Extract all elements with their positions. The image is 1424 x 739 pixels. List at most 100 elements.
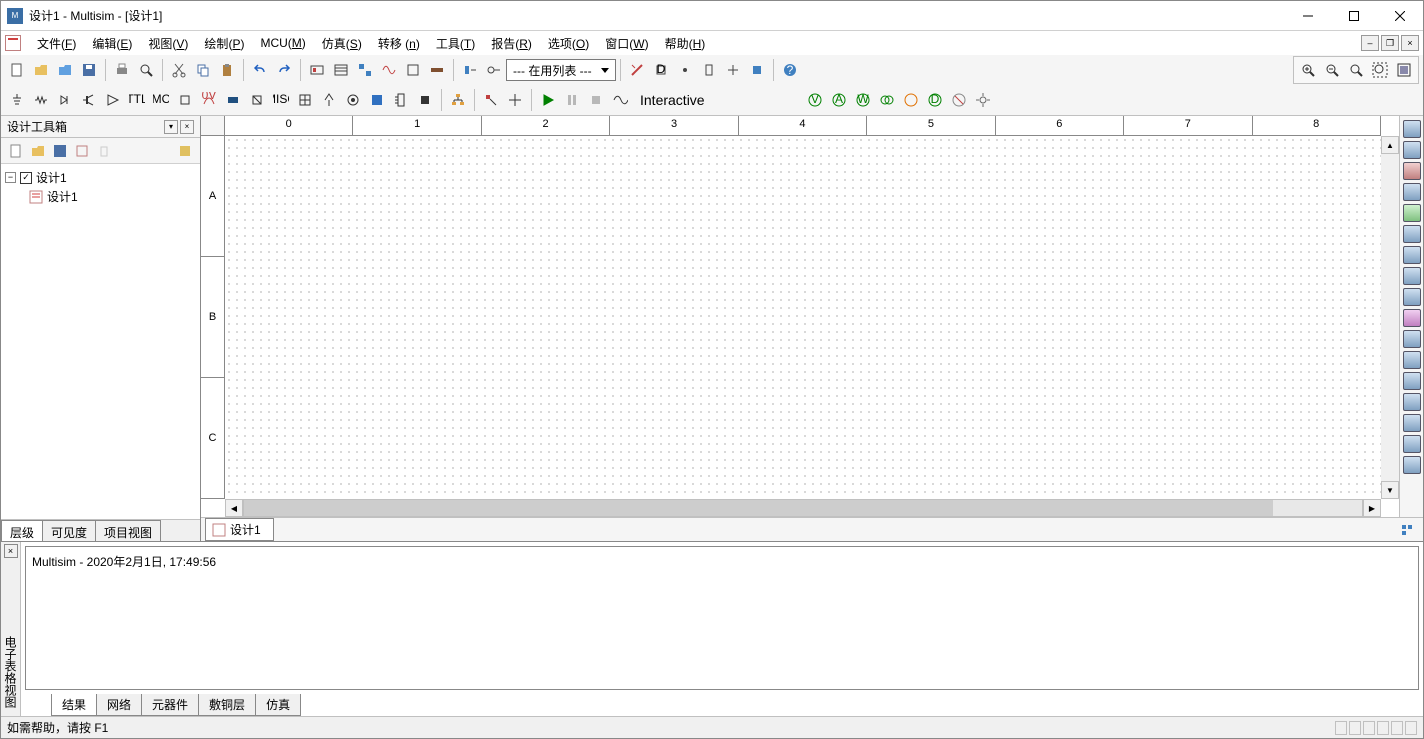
schematic-canvas[interactable]: 0 1 2 3 4 5 6 7 8 A B C — [201, 116, 1399, 517]
print-preview-button[interactable] — [135, 59, 157, 81]
horizontal-scrollbar[interactable]: ◀ ▶ — [201, 499, 1399, 517]
hscroll-track[interactable] — [243, 499, 1363, 517]
bottom-tab-sim[interactable]: 仿真 — [255, 694, 301, 716]
tb-btn-g1-3[interactable] — [354, 59, 376, 81]
instrument-bode[interactable] — [1403, 225, 1421, 243]
cut-button[interactable] — [168, 59, 190, 81]
instrument-freq-counter[interactable] — [1403, 246, 1421, 264]
panel-tab-hierarchy[interactable]: 层级 — [1, 520, 43, 541]
tb-btn-g1-6[interactable] — [426, 59, 448, 81]
fullscreen-button[interactable] — [1393, 59, 1415, 81]
tbx-save-button[interactable] — [50, 141, 70, 161]
probe-settings-button[interactable] — [972, 89, 994, 111]
zoom-out-button[interactable] — [1321, 59, 1343, 81]
tb-btn-g1-1[interactable] — [306, 59, 328, 81]
tree-collapse-icon[interactable]: − — [5, 172, 16, 183]
redo-button[interactable] — [273, 59, 295, 81]
run-button[interactable] — [537, 89, 559, 111]
probe-w-button[interactable]: W — [852, 89, 874, 111]
menu-draw[interactable]: 绘制(P) — [196, 32, 252, 55]
analysis-icon[interactable] — [609, 89, 631, 111]
comp-electromech-button[interactable] — [342, 89, 364, 111]
menu-window[interactable]: 窗口(W) — [597, 32, 656, 55]
comp-ttl-button[interactable]: TTL — [126, 89, 148, 111]
menu-tools[interactable]: 工具(T) — [428, 32, 483, 55]
tab-overflow-button[interactable] — [1396, 519, 1418, 541]
scroll-right-button[interactable]: ▶ — [1363, 499, 1381, 517]
hierarchy-button[interactable] — [447, 89, 469, 111]
help-button[interactable]: ? — [779, 59, 801, 81]
tbx-new-button[interactable] — [6, 141, 26, 161]
probe-a-button[interactable]: A — [828, 89, 850, 111]
panel-pin-button[interactable]: ▾ — [164, 120, 178, 134]
tb-btn-g1-4[interactable] — [378, 59, 400, 81]
comp-basic-button[interactable] — [30, 89, 52, 111]
menu-mcu[interactable]: MCU(M) — [252, 33, 313, 53]
close-button[interactable] — [1377, 1, 1423, 31]
comp-connector-button[interactable] — [390, 89, 412, 111]
comp-advanced-button[interactable] — [294, 89, 316, 111]
probe-diff-button[interactable] — [876, 89, 898, 111]
tree-root-check[interactable]: ✓ — [20, 172, 32, 184]
menu-edit[interactable]: 编辑(E) — [84, 32, 140, 55]
mdi-close[interactable]: × — [1401, 35, 1419, 51]
tb-btn-g2-1[interactable] — [459, 59, 481, 81]
new-button[interactable] — [6, 59, 28, 81]
instrument-logic-analyzer[interactable] — [1403, 288, 1421, 306]
tb-btn-g1-5[interactable] — [402, 59, 424, 81]
paste-button[interactable] — [216, 59, 238, 81]
bottom-tab-copper[interactable]: 敷铜层 — [198, 694, 256, 716]
document-tab-active[interactable]: 设计1 — [205, 518, 274, 541]
comp-mcu-button[interactable] — [414, 89, 436, 111]
scroll-down-button[interactable]: ▼ — [1381, 481, 1399, 499]
tbx-delete-button[interactable] — [94, 141, 114, 161]
tb-btn-g3-1[interactable] — [626, 59, 648, 81]
zoom-fit-button[interactable] — [1369, 59, 1391, 81]
mdi-minimize[interactable]: – — [1361, 35, 1379, 51]
save-button[interactable] — [78, 59, 100, 81]
instrument-word-gen[interactable] — [1403, 267, 1421, 285]
comp-rf-button[interactable] — [318, 89, 340, 111]
comp-ni-button[interactable] — [366, 89, 388, 111]
stop-button[interactable] — [585, 89, 607, 111]
menu-view[interactable]: 视图(V) — [140, 32, 196, 55]
vscroll-track[interactable] — [1381, 154, 1399, 481]
mdi-restore[interactable]: ❐ — [1381, 35, 1399, 51]
tree-child[interactable]: 设计1 — [5, 187, 196, 206]
zoom-area-button[interactable] — [1345, 59, 1367, 81]
tb-btn-g3-4[interactable] — [698, 59, 720, 81]
instrument-agilent-scope[interactable] — [1403, 456, 1421, 474]
instrument-logic-converter[interactable] — [1403, 309, 1421, 327]
instrument-agilent-fg[interactable] — [1403, 414, 1421, 432]
menu-transfer[interactable]: 转移 (n) — [370, 32, 428, 55]
probe-button-1[interactable] — [480, 89, 502, 111]
comp-diode-button[interactable] — [54, 89, 76, 111]
comp-source-button[interactable] — [6, 89, 28, 111]
menu-options[interactable]: 选项(O) — [540, 32, 597, 55]
bottom-tab-results[interactable]: 结果 — [51, 694, 97, 716]
instrument-function-gen[interactable] — [1403, 141, 1421, 159]
instrument-wattmeter[interactable] — [1403, 162, 1421, 180]
instrument-iv[interactable] — [1403, 330, 1421, 348]
probe-button-2[interactable] — [504, 89, 526, 111]
panel-tab-visibility[interactable]: 可见度 — [42, 520, 96, 541]
instrument-multimeter[interactable] — [1403, 120, 1421, 138]
instrument-oscilloscope[interactable] — [1403, 183, 1421, 201]
tree-root[interactable]: − ✓ 设计1 — [5, 168, 196, 187]
design-tree[interactable]: − ✓ 设计1 设计1 — [1, 164, 200, 519]
comp-cmos-button[interactable]: CMOS — [150, 89, 172, 111]
tb-btn-g3-5[interactable] — [722, 59, 744, 81]
scroll-left-button[interactable]: ◀ — [225, 499, 243, 517]
spreadsheet-close-button[interactable]: × — [4, 544, 18, 558]
menu-help[interactable]: 帮助(H) — [657, 32, 714, 55]
comp-transistor-button[interactable] — [78, 89, 100, 111]
instrument-agilent-mm[interactable] — [1403, 435, 1421, 453]
scroll-up-button[interactable]: ▲ — [1381, 136, 1399, 154]
menu-sim[interactable]: 仿真(S) — [314, 32, 370, 55]
vertical-scrollbar[interactable]: ▲ ▼ — [1381, 136, 1399, 499]
comp-misc-digital-button[interactable] — [174, 89, 196, 111]
instrument-4ch-scope[interactable] — [1403, 204, 1421, 222]
panel-close-button[interactable]: × — [180, 120, 194, 134]
tb-btn-g3-2[interactable]: D — [650, 59, 672, 81]
copy-button[interactable] — [192, 59, 214, 81]
